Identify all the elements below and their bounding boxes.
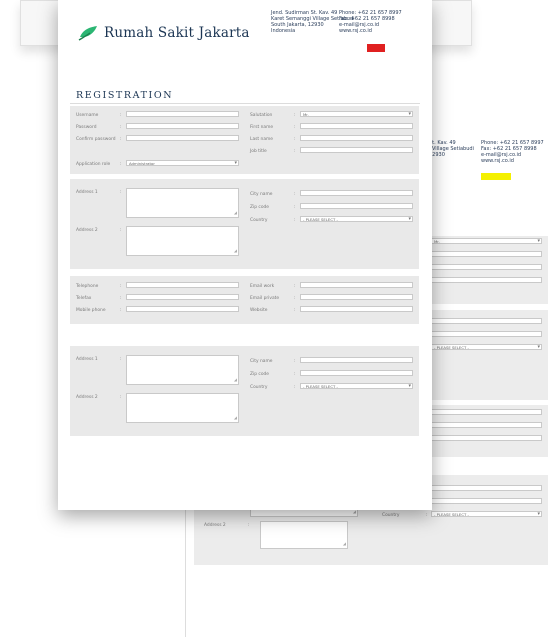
city-name-input-2[interactable] [300, 357, 413, 363]
address-panel-right: City name: Zip code: Country: - PLEASE SE… [244, 179, 419, 269]
salutation-label: Salutation [250, 113, 273, 118]
mobile-phone-input[interactable] [126, 306, 239, 312]
email-work-label: Email work [250, 284, 275, 289]
registration-page: Rumah Sakit Jakarta Jend. Sudirman St. K… [58, 0, 432, 510]
last-name-label: Last name [250, 137, 273, 142]
confirm-password-input[interactable] [126, 135, 239, 141]
address1-textarea[interactable]: ◢ [126, 188, 239, 218]
address2-textarea-2[interactable]: ◢ [126, 393, 239, 423]
back-city-input[interactable] [431, 318, 542, 324]
red-badge [367, 44, 385, 52]
website-input[interactable] [300, 306, 413, 312]
zip-code-input-2[interactable] [300, 370, 413, 376]
country-label: Country [250, 218, 268, 223]
hospital-contact: Phone: +62 21 657 8997 Fax: +62 21 657 8… [339, 10, 402, 34]
account-panel: Username: Password: Confirm password: Ap… [70, 106, 245, 174]
brand-name: Rumah Sakit Jakarta [104, 25, 250, 41]
first-name-input[interactable] [300, 123, 413, 129]
telephone-label: Telephone [76, 284, 99, 289]
username-label: Username [76, 113, 99, 118]
address-panel-left: Address 1: ◢ Address 2: ◢ [70, 179, 245, 269]
address2-panel-right: City name: Zip code: Country: - PLEASE SE… [244, 346, 419, 436]
back-country-select-2[interactable]: - PLEASE SELECT - [431, 511, 542, 517]
city-name-label: City name [250, 192, 273, 197]
zip-code-label-2: Zip code [250, 372, 269, 377]
back-email-private-input[interactable] [431, 422, 542, 428]
telefax-input[interactable] [126, 294, 239, 300]
country-label-2: Country [250, 385, 268, 390]
address1-label-2: Address 1 [76, 357, 98, 362]
leaf-logo-icon [78, 26, 97, 41]
zip-code-label: Zip code [250, 205, 269, 210]
back-email-work-input[interactable] [431, 409, 542, 415]
back-job-title-input[interactable] [431, 277, 542, 283]
zip-code-input[interactable] [300, 203, 413, 209]
first-name-label: First name [250, 125, 274, 130]
email-work-input[interactable] [300, 282, 413, 288]
username-input[interactable] [126, 111, 239, 117]
address2-textarea[interactable]: ◢ [126, 226, 239, 256]
address2-label: Address 2 [76, 228, 98, 233]
back-city-input-2[interactable] [431, 485, 542, 491]
back-last-name-input[interactable] [431, 264, 542, 270]
salutation-select[interactable]: Mr. [300, 111, 413, 117]
back-country-select[interactable]: - PLEASE SELECT - [431, 344, 542, 350]
back-address2-textarea[interactable]: ◢ [260, 521, 348, 549]
telephone-input[interactable] [126, 282, 239, 288]
personal-panel: Salutation:Mr. First name: Last name: Jo… [244, 106, 419, 174]
telefax-label: Telefax [76, 296, 92, 301]
password-input[interactable] [126, 123, 239, 129]
city-name-input[interactable] [300, 190, 413, 196]
job-title-label: Job title [250, 149, 267, 154]
application-role-label: Application role [76, 162, 111, 167]
website-label: Website [250, 308, 268, 313]
address2-panel-left: Address 1: ◢ Address 2: ◢ [70, 346, 245, 436]
last-name-input[interactable] [300, 135, 413, 141]
application-role-select[interactable]: Administrator [126, 160, 239, 166]
back-panel-address: - PLEASE SELECT - [431, 310, 548, 400]
hospital-logo: Rumah Sakit Jakarta [78, 25, 250, 41]
back-website-input[interactable] [431, 435, 542, 441]
address1-textarea-2[interactable]: ◢ [126, 355, 239, 385]
password-label: Password [76, 125, 97, 130]
back-salutation-select[interactable]: Mr. [431, 238, 542, 244]
back-panel-personal: Mr. [431, 236, 548, 304]
back-country-label: Country [382, 513, 400, 518]
back-zip-input-2[interactable] [431, 498, 542, 504]
city-name-label-2: City name [250, 359, 273, 364]
back-contact: Phone: +62 21 657 8997 Fax: +62 21 657 8… [481, 140, 544, 164]
address1-label: Address 1 [76, 190, 98, 195]
email-private-label: Email private [250, 296, 280, 301]
contact-panel-right: Email work: Email private: Website: [244, 276, 419, 324]
job-title-input[interactable] [300, 147, 413, 153]
country-select[interactable]: - PLEASE SELECT - [300, 216, 413, 222]
address2-label-2: Address 2 [76, 395, 98, 400]
mobile-phone-label: Mobile phone [76, 308, 106, 313]
country-select-2[interactable]: - PLEASE SELECT - [300, 383, 413, 389]
back-salutation-row: Mr. [431, 238, 544, 247]
title-divider [70, 103, 420, 104]
back-panel-contact [431, 405, 548, 457]
back-first-name-input[interactable] [431, 251, 542, 257]
page-title: REGISTRATION [76, 90, 174, 101]
email-private-input[interactable] [300, 294, 413, 300]
back-address: St. Kav. 49 i Village Setiabudi 12930 [429, 140, 474, 158]
back-address2-label: Address 2 [204, 523, 226, 528]
confirm-password-label: Confirm password [76, 137, 116, 142]
yellow-badge [481, 173, 511, 180]
back-zip-input[interactable] [431, 331, 542, 337]
contact-panel-left: Telephone: Telefax: Mobile phone: [70, 276, 245, 324]
